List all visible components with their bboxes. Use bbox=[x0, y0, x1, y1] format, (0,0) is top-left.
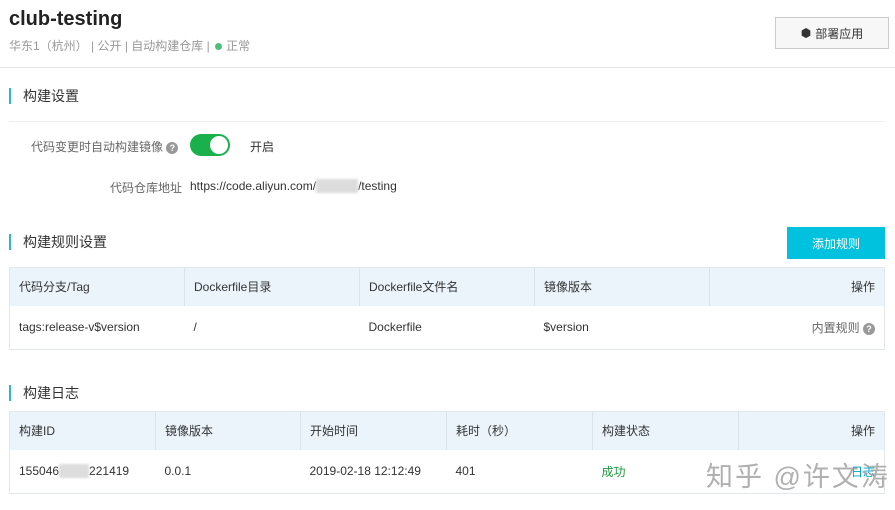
section-build-rules: 构建规则设置 bbox=[9, 234, 107, 250]
col-header: 开始时间 bbox=[300, 411, 447, 450]
table-row: tags:release-v$version / Dockerfile $versio… bbox=[10, 306, 885, 350]
auto-build-state: 开启 bbox=[250, 140, 275, 154]
repo-type: 自动构建仓库 bbox=[131, 39, 204, 53]
watermark: 知乎 @许文涛 bbox=[706, 462, 890, 492]
col-header: 构建状态 bbox=[592, 411, 739, 450]
repo-url: https://code.aliyun.com/xxxxxxx/testing bbox=[190, 179, 397, 193]
divider bbox=[9, 121, 885, 122]
col-header: 操作 bbox=[738, 411, 885, 450]
rules-table: 代码分支/Tag Dockerfile目录 Dockerfile文件名 镜像版本 操作 … bbox=[9, 267, 885, 350]
section-build-settings: 构建设置 bbox=[9, 88, 79, 104]
col-header: 构建ID bbox=[9, 411, 156, 450]
cell-dir: / bbox=[193, 320, 197, 335]
add-rule-button[interactable]: 添加规则 bbox=[787, 227, 885, 259]
cell-id: 155046xxxxx221419 bbox=[19, 464, 130, 479]
deploy-label: 部署应用 bbox=[815, 26, 864, 41]
deploy-app-button[interactable]: ⬢ 部署应用 bbox=[775, 17, 889, 49]
repo-meta: 华东1（杭州） | 公开 | 自动构建仓库 | 正常 bbox=[9, 39, 251, 53]
cell-branch: tags:release-v$version bbox=[19, 320, 140, 335]
visibility: 公开 bbox=[97, 39, 122, 53]
section-build-logs: 构建日志 bbox=[9, 385, 79, 401]
status-dot-icon bbox=[215, 43, 223, 50]
auto-build-label: 代码变更时自动构建镜像 ? bbox=[31, 138, 179, 155]
help-icon[interactable]: ? bbox=[166, 142, 179, 154]
status-badge: 正常 bbox=[226, 39, 251, 53]
col-header: Dockerfile目录 bbox=[184, 267, 360, 306]
region: 华东1（杭州） bbox=[9, 39, 88, 53]
repo-title: club-testing bbox=[9, 8, 123, 30]
cell-action: 内置规则 ? bbox=[710, 306, 885, 350]
col-header: 镜像版本 bbox=[534, 267, 710, 306]
cell-duration: 401 bbox=[455, 464, 476, 479]
cell-version: $version bbox=[543, 320, 589, 335]
cell-version: 0.0.1 bbox=[164, 464, 192, 479]
col-header: 代码分支/Tag bbox=[9, 267, 185, 306]
toggle-knob bbox=[210, 136, 228, 154]
cell-file: Dockerfile bbox=[368, 320, 422, 335]
col-header: Dockerfile文件名 bbox=[359, 267, 535, 306]
col-header: 耗时（秒） bbox=[446, 411, 593, 450]
col-header: 镜像版本 bbox=[155, 411, 301, 450]
cell-start: 2019-02-18 12:12:49 bbox=[309, 464, 421, 479]
divider bbox=[0, 67, 895, 68]
auto-build-toggle[interactable] bbox=[190, 134, 230, 156]
help-icon[interactable]: ? bbox=[863, 322, 875, 335]
cube-icon: ⬢ bbox=[800, 26, 812, 40]
repo-url-label: 代码仓库地址 bbox=[110, 181, 183, 195]
col-header: 操作 bbox=[709, 267, 885, 306]
